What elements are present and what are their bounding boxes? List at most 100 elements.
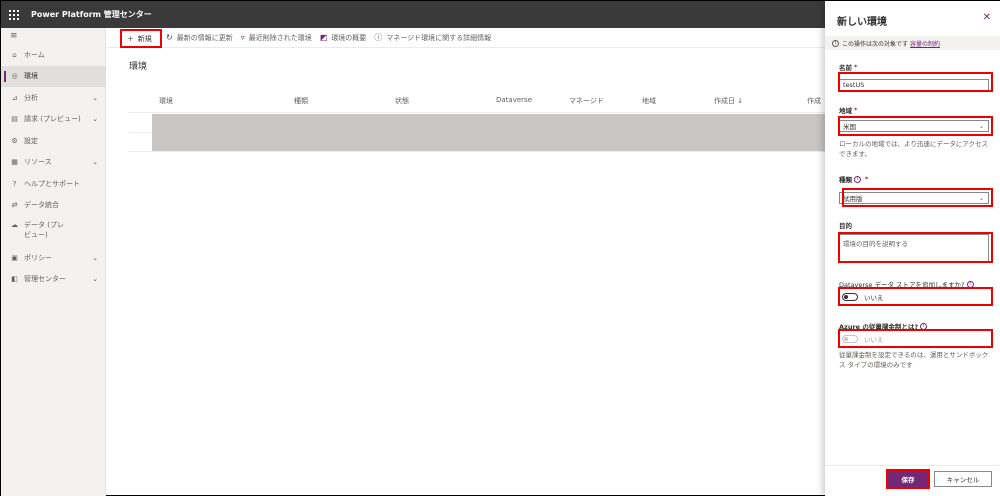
type-dropdown[interactable]: 試用版 ⌄: [839, 192, 989, 204]
azure-label: Azure の従量課金制とは? i: [839, 321, 928, 331]
required-marker: *: [854, 63, 858, 71]
sidebar-item-label: ホーム: [24, 50, 45, 59]
sidebar-item-billing[interactable]: ▤ 請求 (プレビュー) ⌄: [1, 109, 105, 131]
home-icon: ⌂: [12, 50, 17, 59]
required-marker: *: [854, 106, 858, 114]
sidebar-item-label: 環境: [24, 72, 38, 81]
new-button[interactable]: + 新規: [120, 29, 162, 48]
sidebar-item-label: 管理センター: [24, 275, 66, 284]
toggle-switch: [842, 335, 858, 343]
azure-helper-text: 従量課金制を設定できるのは、運用とサンドボックス タイプの環境のみです: [839, 351, 989, 369]
command-bar: + 新規 ↻ 最新の情報に更新 ▿ 最近削除された環境 ◩ 環境の概要 ⓘ マネ…: [107, 28, 825, 48]
region-value: 米国: [843, 123, 856, 131]
column-header-state[interactable]: 状態: [395, 96, 409, 106]
dataverse-label: Dataverse データ ストアを追加しますか? i: [839, 279, 974, 289]
recently-deleted-button[interactable]: ▿ 最近削除された環境: [241, 33, 312, 43]
name-field[interactable]: testUS: [839, 79, 989, 91]
type-label-text: 種類: [839, 176, 852, 184]
info-icon[interactable]: i: [966, 280, 974, 288]
region-label: 地域 *: [839, 105, 857, 115]
sidebar-item-data-integration[interactable]: ⇄ データ統合: [1, 195, 105, 217]
column-header-environment[interactable]: 環境: [159, 96, 173, 106]
refresh-icon: ↻: [166, 33, 173, 42]
info-bar: i この操作は次の対象です 容量の制約: [825, 36, 1000, 50]
sidebar-item-label: 設定: [24, 136, 38, 145]
hamburger-menu-icon[interactable]: ≡: [1, 28, 105, 44]
table-header: 環境 種類 状態 Dataverse マネージド 地域 作成日 ↓ 作成: [129, 91, 825, 113]
dataverse-label-text: Dataverse データ ストアを追加しますか?: [839, 281, 965, 289]
sidebar-item-analytics[interactable]: ⊿ 分析 ⌄: [1, 87, 105, 109]
region-dropdown[interactable]: 米国 ⌄: [839, 120, 989, 132]
overview-button[interactable]: ◩ 環境の概要: [320, 33, 367, 43]
column-header-created-on[interactable]: 作成日 ↓: [714, 96, 743, 106]
app-launcher-icon[interactable]: [1, 1, 27, 28]
app-title: Power Platform 管理センター: [31, 10, 152, 19]
info-text: この操作は次の対象です: [842, 40, 909, 48]
resource-icon: ▦: [11, 158, 18, 167]
chevron-down-icon: ⌄: [978, 122, 984, 130]
table-row-placeholder: [152, 114, 825, 151]
row-divider: [129, 132, 152, 133]
info-icon[interactable]: i: [920, 322, 928, 330]
save-button[interactable]: 保存: [888, 471, 928, 487]
sidebar-item-label: 分析: [24, 93, 38, 102]
plus-icon: +: [127, 34, 134, 43]
sidebar-item-settings[interactable]: ⚙ 設定: [1, 130, 105, 152]
sidebar-item-home[interactable]: ⌂ ホーム: [1, 44, 105, 66]
recently-deleted-label: 最近削除された環境: [248, 33, 312, 42]
column-header-type[interactable]: 種類: [294, 96, 308, 106]
overview-icon: ◩: [319, 33, 328, 42]
sidebar-item-label: データ統合: [24, 201, 59, 210]
sidebar-item-label: ポリシー: [24, 253, 52, 262]
row-divider: [129, 151, 825, 152]
region-label-text: 地域: [839, 107, 852, 115]
name-label-text: 名前: [839, 64, 852, 72]
azure-toggle: いいえ: [842, 334, 884, 344]
sidebar-item-label: ヘルプとサポート: [24, 179, 80, 188]
overview-label: 環境の概要: [331, 33, 367, 42]
managed-env-info-button[interactable]: ⓘ マネージド環境に関する詳細情報: [374, 32, 491, 43]
column-header-region[interactable]: 地域: [642, 96, 656, 106]
chevron-down-icon: ⌄: [92, 158, 98, 167]
cancel-button[interactable]: キャンセル: [934, 471, 992, 487]
sidebar-item-environments[interactable]: ◎ 環境: [1, 65, 105, 87]
data-gateway-icon: ☁: [11, 220, 18, 229]
page-title: 環境: [129, 62, 148, 72]
azure-toggle-label: いいえ: [864, 336, 884, 344]
type-value: 試用版: [843, 195, 863, 203]
column-header-created-by[interactable]: 作成: [807, 96, 821, 106]
column-header-managed[interactable]: マネージド: [569, 96, 604, 106]
close-icon[interactable]: ✕: [983, 12, 991, 23]
info-icon: i: [832, 39, 839, 47]
refresh-button[interactable]: ↻ 最新の情報に更新: [166, 33, 233, 43]
environment-icon: ◎: [11, 72, 18, 81]
data-integration-icon: ⇄: [11, 201, 18, 210]
name-label: 名前 *: [839, 62, 857, 72]
admin-center-icon: ◧: [11, 275, 18, 284]
dataverse-toggle[interactable]: いいえ: [842, 292, 884, 302]
chevron-down-icon: ⌄: [92, 253, 98, 262]
sidebar-item-label: データ (プレビュー): [24, 221, 64, 239]
sidebar-item-data-preview[interactable]: ☁ データ (プレビュー): [1, 216, 105, 247]
managed-env-info-label: マネージド環境に関する詳細情報: [386, 33, 492, 42]
purpose-field[interactable]: 環境の目的を説明する: [839, 234, 989, 262]
sidebar-item-admin-centers[interactable]: ◧ 管理センター ⌄: [1, 269, 105, 291]
info-icon: ⓘ: [374, 33, 383, 42]
gear-icon: ⚙: [11, 136, 18, 145]
column-header-dataverse[interactable]: Dataverse: [496, 96, 532, 104]
capacity-constraints-link[interactable]: 容量の制約: [910, 39, 940, 48]
chevron-down-icon: ⌄: [978, 194, 984, 202]
policy-icon: ▣: [11, 253, 18, 262]
recycle-bin-icon: ▿: [240, 33, 245, 42]
sidebar-item-label: リソース: [24, 158, 52, 167]
required-marker: *: [865, 175, 869, 183]
sidebar-item-resources[interactable]: ▦ リソース ⌄: [1, 152, 105, 174]
info-icon[interactable]: i: [854, 175, 861, 183]
new-button-label: 新規: [137, 34, 152, 43]
sidebar-item-policies[interactable]: ▣ ポリシー ⌄: [1, 247, 105, 269]
sidebar-item-label: 請求 (プレビュー): [24, 115, 81, 124]
toggle-switch[interactable]: [842, 293, 858, 301]
sidebar-item-help[interactable]: ? ヘルプとサポート: [1, 173, 105, 195]
new-environment-panel: 新しい環境 ✕ i この操作は次の対象です 容量の制約 名前 * testUS 地…: [825, 1, 1000, 496]
azure-label-text: Azure の従量課金制とは?: [839, 323, 919, 331]
